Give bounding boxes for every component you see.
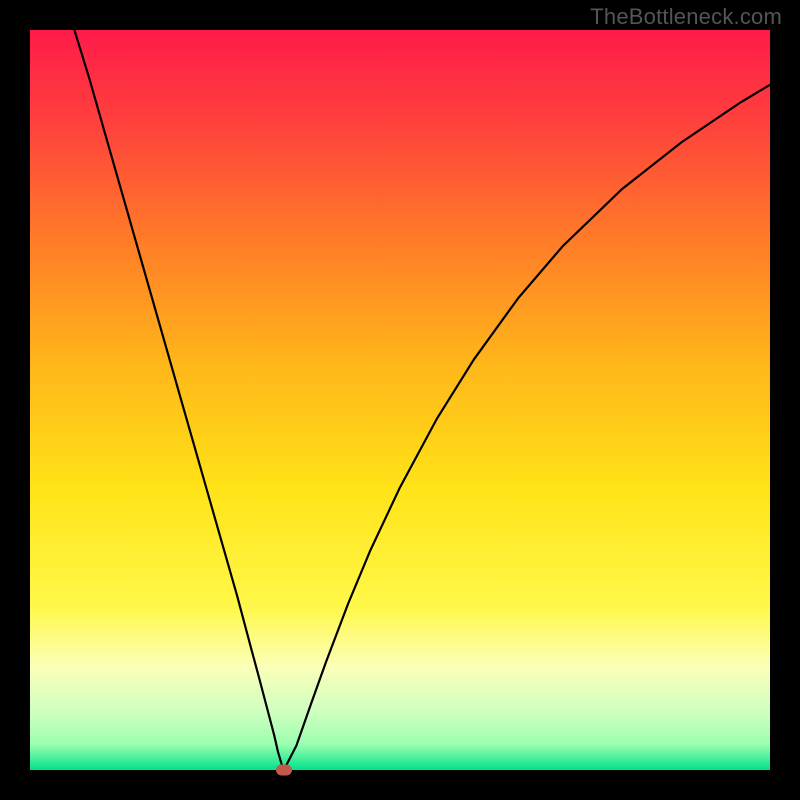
chart-background (30, 30, 770, 770)
watermark-text: TheBottleneck.com (590, 4, 782, 30)
chart-svg (30, 30, 770, 770)
minimum-marker (276, 765, 292, 776)
plot-area (30, 30, 770, 770)
plot-frame (30, 30, 770, 770)
